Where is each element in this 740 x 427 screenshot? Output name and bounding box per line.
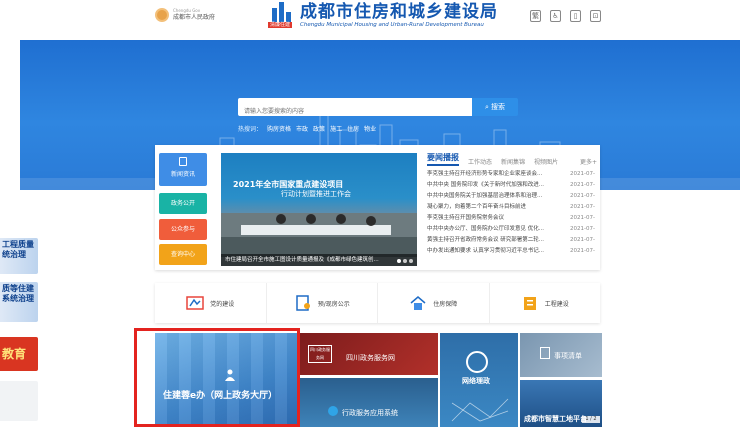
header-tools: 繁 ♿ ▯ ⊡ xyxy=(530,10,601,22)
search-icon: ⌕ xyxy=(485,103,489,111)
quick-nav-news[interactable]: 新闻资讯 xyxy=(159,153,207,186)
service-housing-security[interactable]: 住房保障 xyxy=(378,283,490,323)
search-button-label: 搜索 xyxy=(490,103,505,111)
admin-service-app-tile[interactable]: 行政服务应用系统 xyxy=(300,378,438,427)
service-bar: 党的建设 预/现房公示 住房保障 工程建设 xyxy=(155,283,600,323)
carousel-dot[interactable] xyxy=(403,259,407,263)
hot-word[interactable]: 物业 xyxy=(364,124,376,133)
gov-logo[interactable]: Chengdu Gov 成都市人民政府 xyxy=(155,8,215,22)
site-title: 成都市住房和城乡建设局 xyxy=(300,2,498,22)
news-section: 新闻资讯 政务公开 公众参与 查询中心 2021年全市国家重点建设项目 行动计划… xyxy=(155,145,600,270)
carousel-banner-line2: 行动计划暨推进工作会 xyxy=(281,190,351,198)
list-item[interactable]: 中共中央办公厅、国务院办公厅印发意见 优化... 2021-07- xyxy=(427,224,595,235)
news-carousel[interactable]: 2021年全市国家重点建设项目 行动计划暨推进工作会 市住建局召开全市施工图设计… xyxy=(221,153,417,266)
tab-news-collection[interactable]: 新闻集锦 xyxy=(501,157,525,166)
tab-headline-news[interactable]: 要闻播报 xyxy=(427,152,459,166)
network-icon xyxy=(466,351,488,373)
carousel-caption: 市住建局召开全市施工图设计质量通报及《成都市绿色建筑创... xyxy=(221,254,417,266)
site-subtitle: Chengdu Municipal Housing and Urban-Rura… xyxy=(300,22,484,28)
list-item[interactable]: 凝心聚力，向着第二个百年奋斗目标前进 2021-07- xyxy=(427,202,595,213)
site-logo[interactable]: 清廉住建 成都市住房和城乡建设局 Chengdu Municipal Housi… xyxy=(268,2,498,28)
tab-work-updates[interactable]: 工作动态 xyxy=(468,157,492,166)
list-icon xyxy=(540,347,550,359)
mobile-icon[interactable]: ▯ xyxy=(570,10,581,22)
news-more-link[interactable]: 更多+ xyxy=(580,157,597,166)
meeting-photo xyxy=(221,213,417,266)
hot-word[interactable]: 住房 xyxy=(347,124,359,133)
construction-icon xyxy=(523,297,536,310)
hot-search-words: 热搜词： 购房资格 市政 政策 施工 住房 物业 xyxy=(238,124,376,133)
quick-nav-participation[interactable]: 公众参与 xyxy=(159,219,207,240)
list-item[interactable]: 中共中央 国务院印发《关于新时代加强和改进... 2021-07- xyxy=(427,180,595,191)
list-item[interactable]: 中共中央国务院关于加强基层治理体系和治理... 2021-07- xyxy=(427,191,595,202)
list-item[interactable]: 中办发出通知要求 认真学习贯彻习近平总书记... 2021-07- xyxy=(427,246,595,257)
side-promo-quality[interactable]: 工程质量 统治理 xyxy=(0,238,38,274)
news-list: 李克强主持召开经济形势专家和企业家座谈会... 2021-07- 中共中央 国务院… xyxy=(427,169,595,257)
hot-word[interactable]: 施工 xyxy=(330,124,342,133)
gov-logo-cn: 成都市人民政府 xyxy=(173,14,216,21)
traditional-chinese-icon[interactable]: 繁 xyxy=(530,10,541,22)
highlight-frame xyxy=(134,328,300,427)
app-icon xyxy=(328,406,338,416)
side-promo-blank[interactable] xyxy=(0,381,38,421)
tab-video-images[interactable]: 视频图片 xyxy=(534,157,558,166)
housing-security-icon xyxy=(410,296,426,310)
smart-site-tile[interactable]: 成都市智慧工地平台 1 / 2 xyxy=(520,380,602,427)
page: Chengdu Gov 成都市人民政府 清廉住建 成都市住房和城乡建设局 Che… xyxy=(0,0,740,427)
smart-site-label: 成都市智慧工地平台 xyxy=(524,415,587,423)
network-graphic xyxy=(451,398,509,422)
list-item[interactable]: 李克强主持召开国务院常务会议 2021-07- xyxy=(427,213,595,224)
house-notice-icon xyxy=(295,295,310,311)
party-building-icon xyxy=(186,296,204,310)
quick-nav-query[interactable]: 查询中心 xyxy=(159,244,207,265)
carousel-dot[interactable] xyxy=(409,259,413,263)
carousel-dot[interactable] xyxy=(397,259,401,263)
service-party-building[interactable]: 党的建设 xyxy=(155,283,267,323)
search-box xyxy=(238,98,482,121)
matters-list-label: 事项清单 xyxy=(554,352,582,360)
search-input[interactable] xyxy=(238,102,482,121)
hot-word[interactable]: 购房资格 xyxy=(267,124,291,133)
service-house-notice[interactable]: 预/现房公示 xyxy=(267,283,378,323)
search-button[interactable]: ⌕ 搜索 xyxy=(472,98,518,116)
hot-word[interactable]: 市政 xyxy=(296,124,308,133)
accessibility-icon[interactable]: ♿ xyxy=(550,10,561,22)
news-tabs: 要闻播报 工作动态 新闻集锦 视频图片 更多+ xyxy=(427,152,597,166)
wechat-icon[interactable]: ⊡ xyxy=(590,10,601,22)
list-item[interactable]: 李克强主持召开经济形势专家和企业家座谈会... 2021-07- xyxy=(427,169,595,180)
sichuan-service-tile[interactable]: 四川政务服务网 四川政务服务网 xyxy=(300,333,438,375)
logo-tag: 清廉住建 xyxy=(268,22,293,28)
side-promo-education[interactable]: 教育 xyxy=(0,337,38,371)
admin-service-app-label: 行政服务应用系统 xyxy=(342,409,398,417)
quick-nav-open-gov[interactable]: 政务公开 xyxy=(159,193,207,214)
sichuan-service-label: 四川政务服务网 xyxy=(346,354,395,362)
carousel-dots xyxy=(397,259,413,263)
tile-pager[interactable]: 1 / 2 xyxy=(582,416,600,423)
gov-logo-en: Chengdu Gov xyxy=(173,8,201,13)
list-item[interactable]: 黄强主持召开省政府常务会议 研究部署第二轮... 2021-07- xyxy=(427,235,595,246)
matters-list-tile[interactable]: 事项清单 xyxy=(520,333,602,377)
sichuan-badge-icon: 四川政务服务网 xyxy=(308,345,332,363)
service-construction[interactable]: 工程建设 xyxy=(490,283,601,323)
document-icon xyxy=(179,157,187,166)
network-governance-label: 网络理政 xyxy=(462,377,490,385)
side-promo-governance[interactable]: 质等住建 系统治理 xyxy=(0,282,38,322)
network-governance-tile[interactable]: 网络理政 xyxy=(440,333,518,427)
site-header: Chengdu Gov 成都市人民政府 清廉住建 成都市住房和城乡建设局 Che… xyxy=(0,0,740,40)
hot-search-label: 热搜词： xyxy=(238,126,263,133)
hot-word[interactable]: 政策 xyxy=(313,124,325,133)
building-logo-icon: 清廉住建 xyxy=(268,2,296,28)
gov-emblem-icon xyxy=(155,8,169,22)
